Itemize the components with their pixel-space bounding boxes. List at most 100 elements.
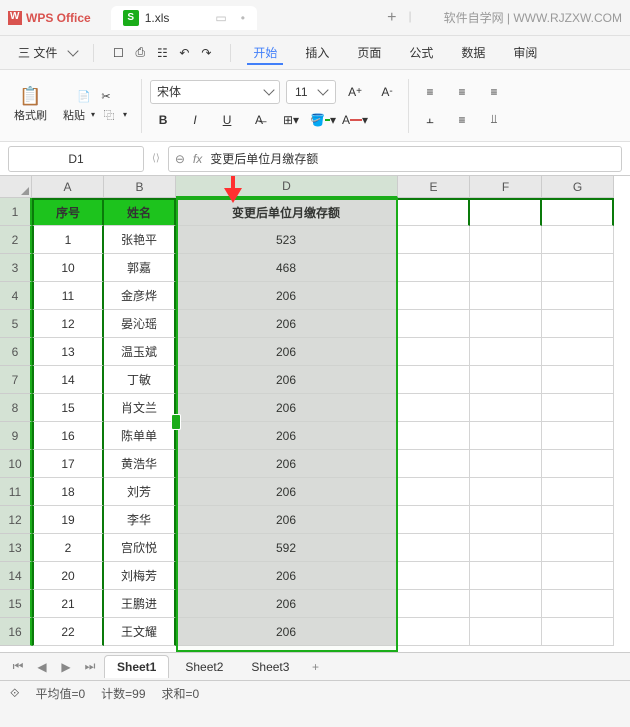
row-header[interactable]: 16 bbox=[0, 618, 32, 646]
cell[interactable] bbox=[470, 338, 542, 366]
tab-overflow-icon[interactable]: ▭ bbox=[215, 11, 226, 25]
cell[interactable] bbox=[542, 618, 614, 646]
cell-seq[interactable]: 17 bbox=[32, 450, 104, 478]
cell[interactable] bbox=[470, 534, 542, 562]
save-icon[interactable]: ☐ bbox=[110, 45, 126, 61]
cell[interactable] bbox=[398, 618, 470, 646]
cell[interactable] bbox=[470, 450, 542, 478]
row-header[interactable]: 10 bbox=[0, 450, 32, 478]
chevron-down-icon[interactable] bbox=[68, 45, 79, 56]
cell-amount[interactable]: 206 bbox=[176, 618, 398, 646]
cell-header-d[interactable]: 变更后单位月缴存额 bbox=[176, 198, 398, 226]
cell[interactable] bbox=[398, 534, 470, 562]
align-left-button[interactable]: ≡ bbox=[417, 80, 443, 104]
cell-seq[interactable]: 18 bbox=[32, 478, 104, 506]
spreadsheet-grid[interactable]: ABDEFG 12345678910111213141516 序号姓名变更后单位… bbox=[0, 176, 630, 652]
cell[interactable] bbox=[470, 366, 542, 394]
cell-amount[interactable]: 206 bbox=[176, 478, 398, 506]
cell-name[interactable]: 温玉斌 bbox=[104, 338, 176, 366]
cell-seq[interactable]: 20 bbox=[32, 562, 104, 590]
format-brush-group[interactable]: 📋 格式刷 bbox=[8, 87, 53, 125]
fill-color-button[interactable]: 🪣▾ bbox=[310, 108, 336, 132]
border-button[interactable]: ⊞▾ bbox=[278, 108, 304, 132]
row-header[interactable]: 8 bbox=[0, 394, 32, 422]
row-header[interactable]: 9 bbox=[0, 422, 32, 450]
cell-seq[interactable]: 10 bbox=[32, 254, 104, 282]
cell-name[interactable]: 王鹏进 bbox=[104, 590, 176, 618]
cell[interactable] bbox=[398, 310, 470, 338]
cell[interactable] bbox=[542, 282, 614, 310]
cell-amount[interactable]: 206 bbox=[176, 422, 398, 450]
row-header[interactable]: 7 bbox=[0, 366, 32, 394]
cell-amount[interactable]: 206 bbox=[176, 562, 398, 590]
cell[interactable] bbox=[398, 422, 470, 450]
cell[interactable] bbox=[470, 590, 542, 618]
redo-icon[interactable]: ↷ bbox=[198, 45, 214, 61]
cell-seq[interactable]: 21 bbox=[32, 590, 104, 618]
cell[interactable] bbox=[542, 450, 614, 478]
cell-name[interactable]: 肖文兰 bbox=[104, 394, 176, 422]
row-header[interactable]: 2 bbox=[0, 226, 32, 254]
font-color-button[interactable]: A▾ bbox=[342, 108, 368, 132]
cell[interactable] bbox=[542, 478, 614, 506]
drag-handle-icon[interactable] bbox=[171, 414, 181, 430]
cell-name[interactable]: 张艳平 bbox=[104, 226, 176, 254]
menu-insert[interactable]: 插入 bbox=[299, 40, 335, 65]
cell[interactable] bbox=[398, 226, 470, 254]
cell[interactable] bbox=[542, 590, 614, 618]
row-header[interactable]: 12 bbox=[0, 506, 32, 534]
paste-group[interactable]: 📄 ✂ 粘贴▾ ⿻▾ bbox=[57, 87, 133, 125]
cell-amount[interactable]: 206 bbox=[176, 450, 398, 478]
select-all-corner[interactable] bbox=[0, 176, 32, 198]
column-header-G[interactable]: G bbox=[542, 176, 614, 198]
cell[interactable] bbox=[542, 310, 614, 338]
cell[interactable] bbox=[542, 254, 614, 282]
cell[interactable] bbox=[542, 226, 614, 254]
cell[interactable] bbox=[470, 310, 542, 338]
cell-seq[interactable]: 15 bbox=[32, 394, 104, 422]
formula-input[interactable]: ⊖ fx 变更后单位月缴存额 bbox=[168, 146, 622, 172]
cell[interactable] bbox=[398, 254, 470, 282]
column-header-F[interactable]: F bbox=[470, 176, 542, 198]
cell[interactable] bbox=[470, 422, 542, 450]
cell-seq[interactable]: 16 bbox=[32, 422, 104, 450]
name-box[interactable]: D1 bbox=[8, 146, 144, 172]
cancel-icon[interactable]: ⊖ bbox=[175, 152, 185, 166]
cell-seq[interactable]: 13 bbox=[32, 338, 104, 366]
cell[interactable] bbox=[542, 338, 614, 366]
cell-amount[interactable]: 206 bbox=[176, 338, 398, 366]
cell[interactable] bbox=[398, 198, 470, 226]
column-header-B[interactable]: B bbox=[104, 176, 176, 198]
cell-name[interactable]: 丁敏 bbox=[104, 366, 176, 394]
cell[interactable] bbox=[470, 254, 542, 282]
row-header[interactable]: 15 bbox=[0, 590, 32, 618]
cell-name[interactable]: 金彦烨 bbox=[104, 282, 176, 310]
cell-amount[interactable]: 206 bbox=[176, 506, 398, 534]
bold-button[interactable]: B bbox=[150, 108, 176, 132]
valign-top-button[interactable]: ⫠ bbox=[417, 108, 443, 132]
cell-seq[interactable]: 11 bbox=[32, 282, 104, 310]
copy-icon[interactable]: ⿻ bbox=[101, 107, 117, 123]
cut-icon[interactable]: ✂ bbox=[98, 89, 114, 105]
cell[interactable] bbox=[542, 394, 614, 422]
row-header[interactable]: 13 bbox=[0, 534, 32, 562]
cell-name[interactable]: 王文耀 bbox=[104, 618, 176, 646]
cell-amount[interactable]: 592 bbox=[176, 534, 398, 562]
print-icon[interactable]: ⎙ bbox=[132, 45, 148, 61]
cell[interactable] bbox=[470, 282, 542, 310]
cell[interactable] bbox=[470, 198, 542, 226]
menu-page[interactable]: 页面 bbox=[351, 40, 387, 65]
sheet-nav-prev[interactable]: ◀ bbox=[32, 660, 52, 674]
cell[interactable] bbox=[470, 394, 542, 422]
cell-amount[interactable]: 206 bbox=[176, 366, 398, 394]
cell[interactable] bbox=[470, 478, 542, 506]
cell-name[interactable]: 郭嘉 bbox=[104, 254, 176, 282]
fx-label[interactable]: fx bbox=[193, 152, 202, 166]
cell-seq[interactable]: 2 bbox=[32, 534, 104, 562]
underline-button[interactable]: U bbox=[214, 108, 240, 132]
sheet-nav-first[interactable]: ⏮ bbox=[8, 659, 28, 674]
file-tab[interactable]: S 1.xls ▭ • bbox=[111, 6, 257, 30]
tab-more-icon[interactable]: • bbox=[241, 11, 245, 25]
cell-name[interactable]: 李华 bbox=[104, 506, 176, 534]
cell[interactable] bbox=[398, 366, 470, 394]
